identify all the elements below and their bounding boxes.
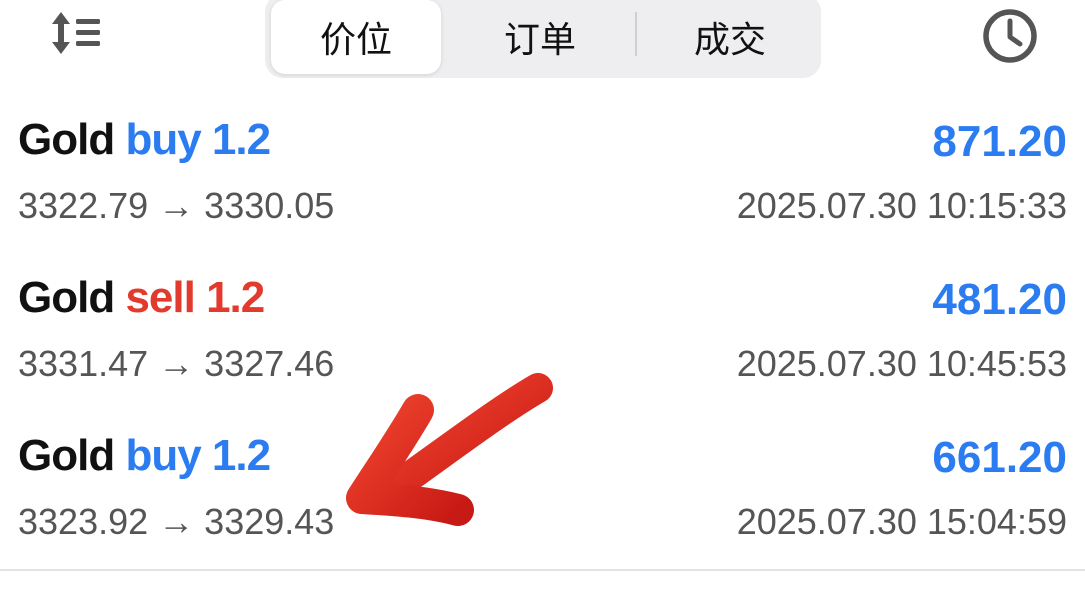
price-arrow-icon: → (158, 185, 195, 226)
open-price: 3323.92 (18, 501, 149, 542)
deal-volume: 1.2 (211, 431, 271, 480)
deal-title: Gold sell 1.2 (18, 273, 265, 323)
deal-profit: 871.20 (932, 117, 1067, 166)
deal-title: Gold buy 1.2 (18, 431, 271, 481)
deal-type: buy (125, 115, 201, 164)
deal-type: buy (125, 431, 201, 480)
deal-profit: 481.20 (932, 275, 1067, 324)
deal-time: 2025.07.30 15:04:59 (736, 501, 1067, 542)
close-price: 3327.46 (204, 343, 335, 384)
tab-price[interactable]: 价位 (271, 0, 441, 74)
open-price: 3322.79 (18, 185, 149, 226)
deal-time: 2025.07.30 10:15:33 (736, 185, 1067, 226)
toolbar: 价位 订单 成交 (0, 0, 1085, 90)
tab-switcher: 价位 订单 成交 (265, 0, 821, 78)
annotation-arrow-icon (340, 370, 570, 540)
deal-prices: 3323.92 → 3329.43 (18, 501, 334, 543)
tab-divider (635, 12, 637, 56)
sort-list-icon[interactable] (50, 10, 104, 56)
price-arrow-icon: → (158, 501, 195, 542)
deal-profit: 661.20 (932, 433, 1067, 482)
deal-symbol: Gold (18, 273, 115, 322)
price-arrow-icon: → (158, 343, 195, 384)
tab-orders[interactable]: 订单 (455, 0, 625, 74)
deal-volume: 1.2 (211, 115, 271, 164)
deal-type: sell (125, 273, 195, 322)
deal-symbol: Gold (18, 115, 115, 164)
list-item[interactable]: Gold buy 1.2 871.20 3322.79 → 3330.05 20… (0, 103, 1085, 261)
deal-prices: 3322.79 → 3330.05 (18, 185, 334, 227)
deal-prices: 3331.47 → 3327.46 (18, 343, 334, 385)
deal-volume: 1.2 (206, 273, 265, 322)
deal-title: Gold buy 1.2 (18, 115, 271, 165)
close-price: 3329.43 (204, 501, 335, 542)
deal-symbol: Gold (18, 431, 115, 480)
clock-icon[interactable] (980, 4, 1040, 64)
close-price: 3330.05 (204, 185, 335, 226)
tab-deals[interactable]: 成交 (645, 0, 815, 74)
open-price: 3331.47 (18, 343, 149, 384)
list-divider (0, 569, 1085, 571)
deal-time: 2025.07.30 10:45:53 (736, 343, 1067, 384)
